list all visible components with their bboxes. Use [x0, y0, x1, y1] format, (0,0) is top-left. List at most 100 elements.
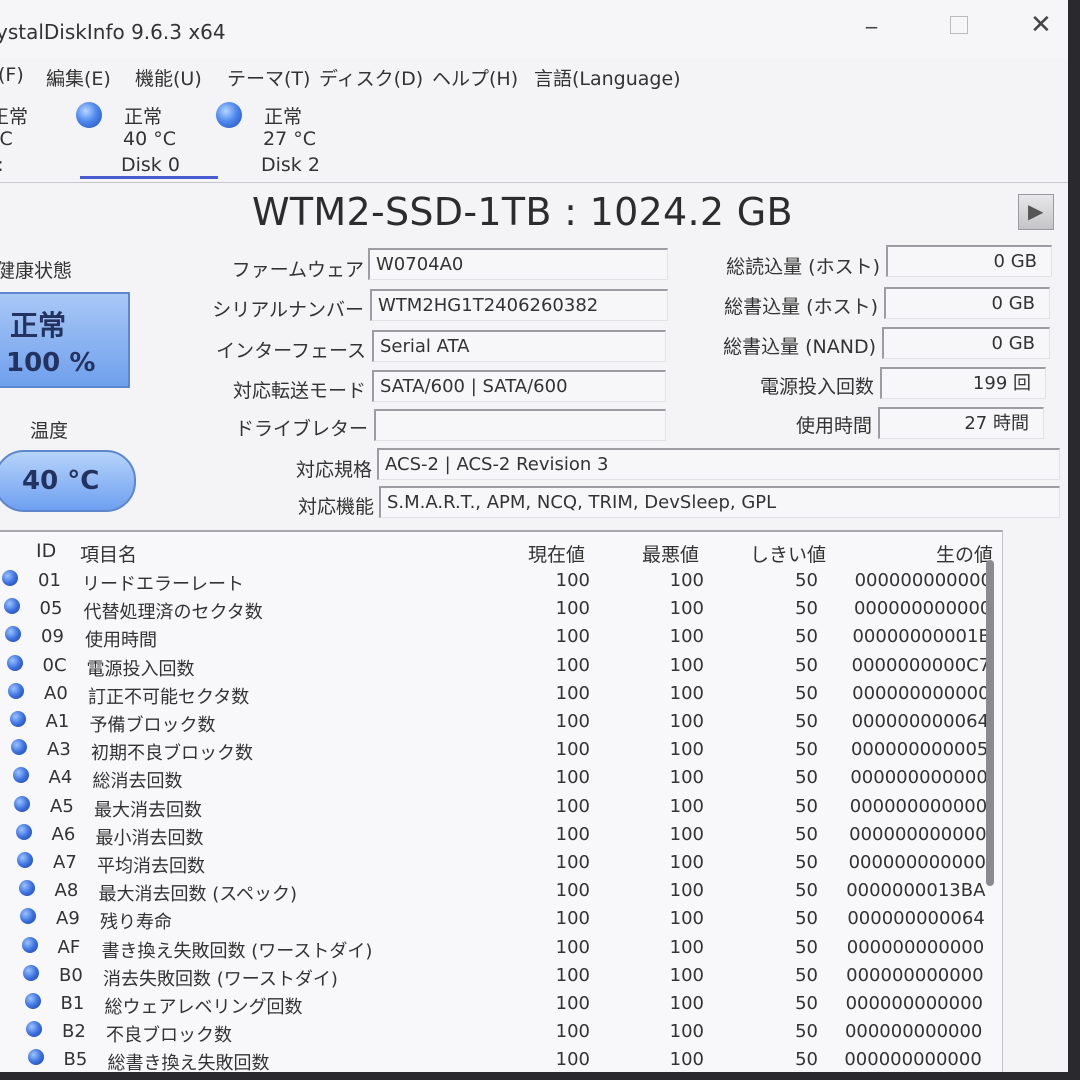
drive-letter-label: ドライブレター — [234, 418, 368, 440]
table-row[interactable]: AF 書き換え失敗回数 (ワーストダイ) 100 100 50 000000000000 — [0, 935, 1002, 963]
current-value: 100 — [555, 880, 590, 902]
threshold-value: 50 — [795, 936, 818, 958]
table-row[interactable]: B2 不良ブロック数 100 100 50 000000000000 — [0, 1019, 1002, 1047]
threshold-value: 50 — [795, 570, 818, 591]
standard-field: ACS-2 | ACS-2 Revision 3 — [377, 448, 1060, 480]
table-row[interactable]: 01 リードエラーレート 100 100 50 000000000000 — [0, 568, 1002, 596]
health-status: 正常 — [10, 309, 67, 342]
table-row[interactable]: A1 予備ブロック数 100 100 50 000000000064 — [0, 709, 1002, 737]
features-label: 対応機能 — [297, 496, 374, 518]
attribute-name: 訂正不可能セクタ数 — [88, 686, 250, 708]
worst-value: 100 — [669, 880, 704, 902]
nand-writes-label: 総書込量 (NAND) — [723, 336, 876, 358]
table-row[interactable]: A7 平均消去回数 100 100 50 000000000000 — [0, 850, 1002, 878]
current-value: 100 — [555, 964, 590, 986]
table-row[interactable]: A3 初期不良ブロック数 100 100 50 000000000005 — [0, 737, 1002, 765]
close-button[interactable]: ✕ — [1030, 10, 1052, 40]
power-on-hours-label: 使用時間 — [795, 415, 872, 437]
table-row[interactable]: A6 最小消去回数 100 100 50 000000000000 — [0, 822, 1002, 850]
current-value: 100 — [555, 598, 590, 620]
table-row[interactable]: A4 総消去回数 100 100 50 000000000000 — [0, 765, 1002, 793]
crystaldiskinfo-window: ystalDiskInfo 9.6.3 x64 _ ✕ (F) 編集(E) 機能… — [0, 0, 1068, 1072]
attribute-name: 平均消去回数 — [97, 856, 205, 877]
column-worst[interactable]: 最悪値 — [642, 540, 699, 567]
raw-value: 000000000000 — [848, 852, 986, 873]
features-field: S.M.A.R.T., APM, NCQ, TRIM, DevSleep, GP… — [379, 486, 1060, 518]
table-row[interactable]: B0 消去失敗回数 (ワーストダイ) 100 100 50 000000000000 — [0, 963, 1002, 991]
menu-file[interactable]: (F) — [0, 64, 24, 86]
menu-bar: (F) 編集(E) 機能(U) テーマ(T) ディスク(D) ヘルプ(H) 言語… — [0, 60, 1068, 92]
disk-temp: °C — [0, 128, 13, 150]
menu-language[interactable]: 言語(Language) — [534, 64, 681, 91]
table-row[interactable]: A0 訂正不可能セクタ数 100 100 50 000000000000 — [0, 681, 1002, 709]
worst-value: 100 — [669, 795, 704, 817]
temperature-box[interactable]: 40 °C — [0, 450, 136, 512]
table-row[interactable]: A9 残り寿命 100 100 50 000000000064 — [0, 906, 1002, 934]
attribute-name: 代替処理済のセクタ数 — [83, 602, 263, 624]
minimize-button[interactable]: _ — [866, 4, 877, 29]
interface-label: インターフェース — [216, 340, 366, 362]
table-row[interactable]: 05 代替処理済のセクタ数 100 100 50 000000000000 — [0, 596, 1002, 624]
table-row[interactable]: A5 最大消去回数 100 100 50 000000000000 — [0, 794, 1002, 822]
disk-tab-disk0[interactable]: 正常 40 °C Disk 0 — [76, 100, 216, 180]
status-dot-icon — [26, 1021, 42, 1038]
column-threshold[interactable]: しきい値 — [750, 540, 826, 567]
worst-value: 100 — [669, 936, 704, 958]
menu-theme[interactable]: テーマ(T) — [227, 64, 310, 91]
smart-attributes-table[interactable]: ID 項目名 現在値 最悪値 しきい値 生の値 01 リードエラーレート 100 10… — [0, 530, 1003, 1072]
menu-function[interactable]: 機能(U) — [135, 64, 202, 91]
status-dot-icon — [17, 852, 33, 868]
column-current[interactable]: 現在値 — [528, 540, 585, 567]
serial-label: シリアルナンバー — [212, 299, 364, 321]
disk-tab-c[interactable]: 正常 °C C: — [0, 100, 50, 180]
attribute-id: AF — [57, 936, 81, 958]
status-dot-icon — [23, 964, 39, 981]
table-row[interactable]: 09 使用時間 100 100 50 00000000001B — [0, 624, 1002, 652]
current-value: 100 — [555, 767, 590, 789]
current-value: 100 — [555, 852, 590, 873]
table-row[interactable]: A8 最大消去回数 (スペック) 100 100 50 0000000013BA — [0, 878, 1002, 906]
firmware-label: ファームウェア — [231, 259, 364, 281]
host-writes-field: 0 GB — [884, 287, 1050, 319]
current-value: 100 — [555, 936, 590, 958]
health-status-box[interactable]: 正常 100 % — [0, 292, 130, 388]
column-id[interactable]: ID — [36, 540, 56, 562]
health-indicator-icon — [76, 102, 102, 128]
status-dot-icon — [14, 795, 30, 812]
attribute-id: A7 — [53, 852, 77, 873]
disk-name: Disk 2 — [261, 154, 320, 176]
attribute-id: 09 — [41, 626, 64, 648]
attribute-id: 05 — [39, 598, 63, 620]
raw-value: 000000000000 — [849, 795, 988, 817]
table-row[interactable]: B1 総ウェアレベリング回数 100 100 50 000000000000 — [0, 991, 1002, 1019]
column-attribute-name[interactable]: 項目名 — [80, 540, 137, 567]
drive-letter-field — [374, 409, 666, 441]
menu-disk[interactable]: ディスク(D) — [319, 64, 423, 91]
next-disk-button[interactable]: ▶ — [1018, 194, 1054, 230]
threshold-value: 50 — [795, 767, 818, 789]
attribute-name: 初期不良ブロック数 — [91, 743, 253, 765]
health-label: 健康状態 — [0, 260, 73, 282]
host-writes-label: 総書込量 (ホスト) — [724, 296, 878, 318]
threshold-value: 50 — [795, 964, 818, 986]
current-value: 100 — [555, 795, 590, 817]
worst-value: 100 — [669, 570, 704, 591]
menu-help[interactable]: ヘルプ(H) — [432, 64, 518, 91]
power-on-hours-field: 27 時間 — [878, 407, 1044, 439]
scrollbar-thumb[interactable] — [986, 560, 994, 886]
table-row[interactable]: 0C 電源投入回数 100 100 50 0000000000C7 — [0, 653, 1002, 681]
worst-value: 100 — [669, 767, 704, 789]
raw-value: 00000000001B — [852, 626, 991, 648]
current-value: 100 — [555, 626, 590, 648]
attribute-id: B5 — [63, 1049, 88, 1071]
worst-value: 100 — [669, 964, 704, 986]
menu-edit[interactable]: 編集(E) — [46, 64, 111, 91]
maximize-button[interactable] — [950, 16, 968, 34]
nand-writes-field: 0 GB — [882, 327, 1050, 359]
threshold-value: 50 — [795, 711, 818, 732]
disk-tab-disk2[interactable]: 正常 27 °C Disk 2 — [216, 100, 356, 180]
disk-model-title: WTM2-SSD-1TB : 1024.2 GB — [252, 190, 793, 234]
table-row[interactable]: B5 総書き換え失敗回数 100 100 50 000000000000 — [0, 1047, 1002, 1072]
status-dot-icon — [5, 626, 21, 643]
raw-value: 000000000000 — [845, 993, 983, 1014]
